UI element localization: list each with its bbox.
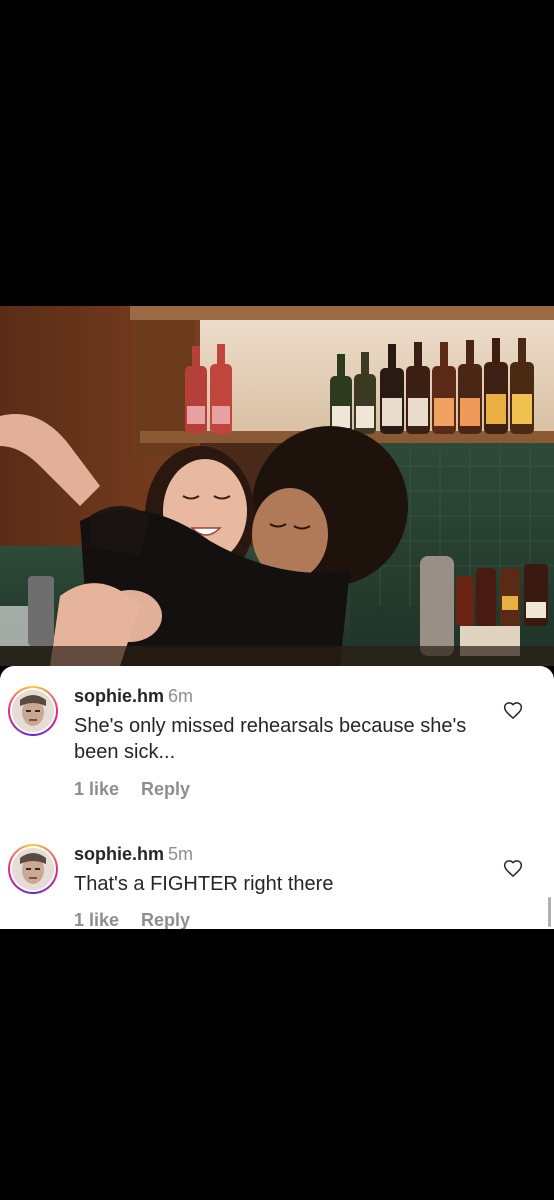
comment-text: She's only missed rehearsals because she… — [74, 715, 467, 763]
post-photo[interactable] — [0, 306, 554, 666]
photo-illustration — [0, 306, 554, 666]
avatar-image — [12, 848, 54, 890]
comments-panel: sophie.hm 6m She's only missed rehearsals… — [0, 666, 554, 929]
comment-actions: 1 like Reply — [74, 779, 212, 800]
comment-text: That's a FIGHTER right there — [74, 873, 334, 895]
comment-timestamp: 6m — [168, 686, 194, 706]
comment-like-count[interactable]: 1 like — [74, 910, 119, 929]
comment-item: sophie.hm 5m That's a FIGHTER right there… — [0, 826, 554, 929]
comment-item: sophie.hm 6m She's only missed rehearsals… — [0, 666, 554, 806]
reply-button[interactable]: Reply — [141, 910, 190, 929]
scrollbar[interactable] — [548, 897, 551, 927]
avatar[interactable] — [8, 844, 58, 894]
comment-header: sophie.hm 5m — [74, 843, 193, 865]
comment-username[interactable]: sophie.hm — [74, 686, 164, 706]
comment-timestamp: 5m — [168, 844, 194, 864]
avatar-image — [12, 690, 54, 732]
comment-username[interactable]: sophie.hm — [74, 844, 164, 864]
heart-outline-icon[interactable] — [503, 859, 523, 879]
reply-button[interactable]: Reply — [141, 779, 190, 799]
heart-outline-icon[interactable] — [503, 701, 523, 721]
avatar[interactable] — [8, 686, 58, 736]
comment-header: sophie.hm 6m — [74, 685, 193, 707]
comment-actions: 1 like Reply — [74, 910, 212, 929]
screenshot-screen: sophie.hm 6m She's only missed rehearsals… — [0, 0, 554, 1200]
comment-like-count[interactable]: 1 like — [74, 779, 119, 799]
